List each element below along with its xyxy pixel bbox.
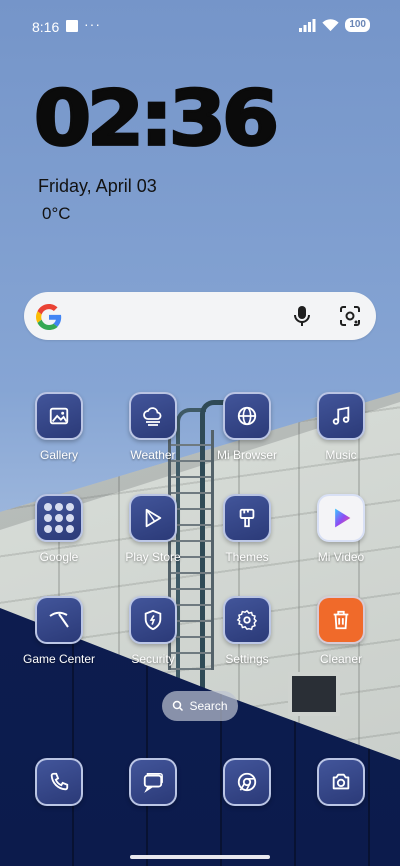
status-time: 8:16 [32, 19, 60, 35]
phone-icon [35, 758, 83, 806]
app-mi-browser[interactable]: Mi Browser [202, 392, 292, 462]
globe-icon [223, 392, 271, 440]
app-label: Settings [225, 652, 269, 666]
battery-icon: 100 [345, 18, 370, 32]
status-bar: 8:16 ··· 100 [0, 0, 400, 40]
dock-camera[interactable] [296, 758, 386, 806]
dock-chrome[interactable] [202, 758, 292, 806]
folder-google[interactable]: Google [14, 494, 104, 564]
app-label: Security [131, 652, 175, 666]
notification-icon [66, 20, 78, 32]
music-icon [317, 392, 365, 440]
app-label: Play Store [125, 550, 181, 564]
app-label: Gallery [39, 448, 78, 462]
app-label: Music [325, 448, 357, 462]
app-play-store[interactable]: Play Store [108, 494, 198, 564]
wifi-icon [322, 18, 339, 31]
google-search-bar[interactable] [24, 292, 376, 340]
app-label: Google [39, 550, 79, 564]
mi-video-icon [317, 494, 365, 542]
messages-icon [129, 758, 177, 806]
more-notifications-icon: ··· [84, 16, 101, 32]
search-icon [173, 700, 184, 712]
home-indicator[interactable] [130, 855, 270, 859]
chrome-icon [223, 758, 271, 806]
gear-icon [223, 596, 271, 644]
app-label: Game Center [22, 652, 96, 666]
signal-icon [299, 18, 316, 32]
app-game-center[interactable]: Game Center [14, 596, 104, 666]
home-search-button[interactable]: Search [162, 691, 238, 721]
app-themes[interactable]: Themes [202, 494, 292, 564]
app-label: Mi Video [317, 550, 365, 564]
app-mi-video[interactable]: Mi Video [296, 494, 386, 564]
gallery-icon [35, 392, 83, 440]
app-label: Weather [130, 448, 176, 462]
app-gallery[interactable]: Gallery [14, 392, 104, 462]
clock-date[interactable]: Friday, April 03 [38, 176, 157, 197]
app-label: Themes [225, 550, 269, 564]
camera-icon [317, 758, 365, 806]
google-logo [36, 304, 62, 330]
dock-messages[interactable] [108, 758, 198, 806]
app-weather[interactable]: Weather [108, 392, 198, 462]
dock-phone[interactable] [14, 758, 104, 806]
game-center-icon [35, 596, 83, 644]
trash-icon [317, 596, 365, 644]
app-settings[interactable]: Settings [202, 596, 292, 666]
google-folder-icon [35, 494, 83, 542]
app-label: Mi Browser [216, 448, 277, 462]
mic-icon[interactable] [290, 304, 314, 328]
brush-icon [223, 494, 271, 542]
app-label: Cleaner [319, 652, 363, 666]
search-pill-label: Search [189, 699, 228, 713]
lens-icon[interactable] [338, 304, 362, 328]
app-cleaner[interactable]: Cleaner [296, 596, 386, 666]
weather-icon [129, 392, 177, 440]
weather-temperature[interactable]: 0°C [42, 204, 71, 224]
app-music[interactable]: Music [296, 392, 386, 462]
shield-icon [129, 596, 177, 644]
clock-time[interactable]: 02:36 [32, 80, 280, 158]
app-security[interactable]: Security [108, 596, 198, 666]
play-store-icon [129, 494, 177, 542]
